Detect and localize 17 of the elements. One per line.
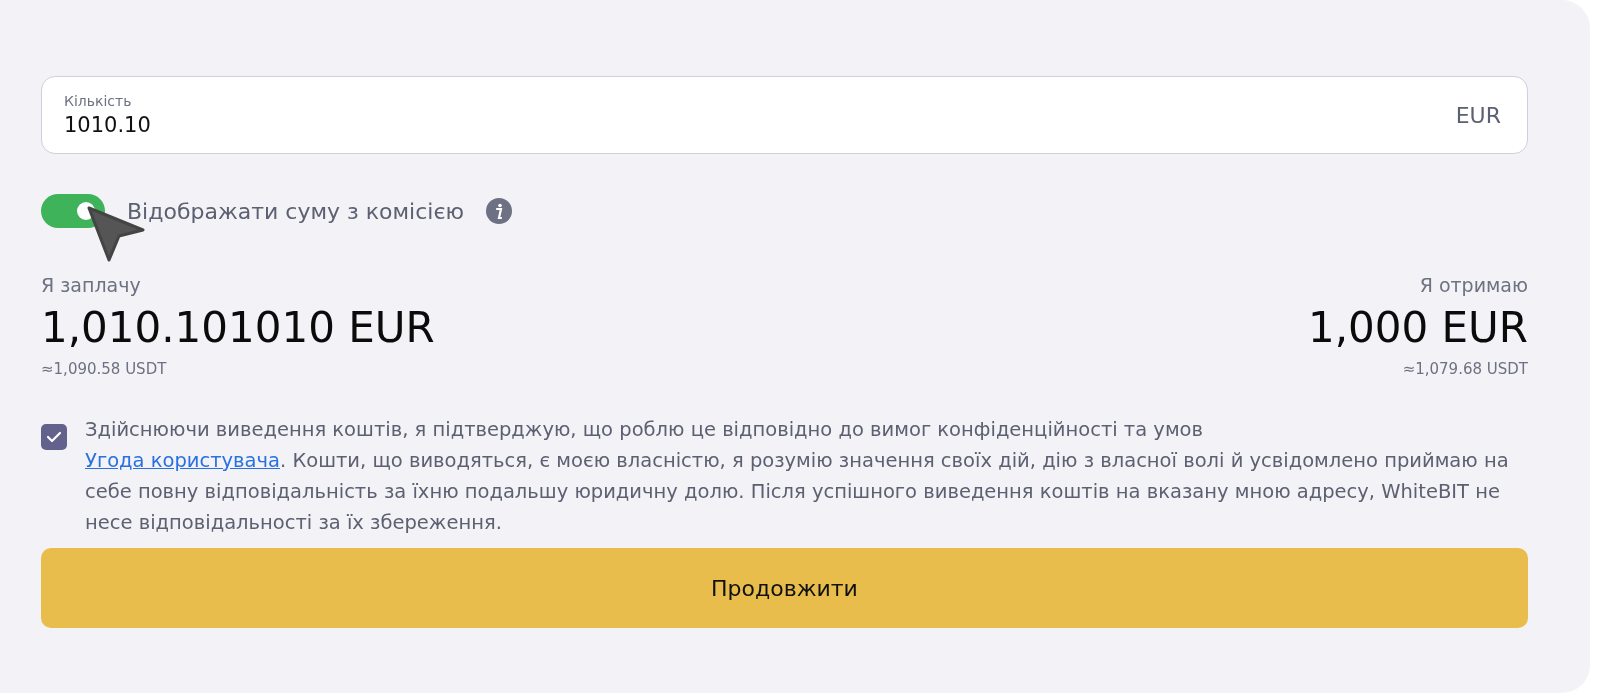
currency-label: EUR	[1455, 102, 1501, 128]
agreement-text: Здійснюючи виведення коштів, я підтверджую, що роблю це відповідно до вимог конфіденційності та умов Угода користувача. Кошти, що виводяться, є моєю власністю, я розумію значення своїх дій, дію з власної волі й усвідомлено приймаю на себе повну відповідальність за їхню подальшу юридичну долю. Після успішного виведення коштів на вказану мною адресу, WhiteBIT не несе відповідальності за їх збереження.	[85, 417, 1510, 536]
toggle-label: Відображати суму з комісією	[127, 198, 464, 224]
info-icon[interactable]	[486, 198, 512, 224]
amount-input[interactable]: 1010.10	[64, 113, 364, 137]
user-agreement-link[interactable]: Угода користувача	[85, 449, 280, 472]
receive-approx: ≈1,079.68 USDT	[1402, 360, 1528, 378]
receive-amount: 1,000 EUR	[1307, 302, 1528, 354]
pay-approx: ≈1,090.58 USDT	[41, 360, 167, 378]
field-label: Кількість	[64, 93, 133, 109]
pay-amount: 1,010.101010 EUR	[41, 302, 435, 354]
pay-label: Я заплачу	[41, 274, 141, 296]
check-icon	[46, 431, 62, 443]
agreement-checkbox[interactable]	[41, 424, 67, 450]
continue-button[interactable]: Продовжити	[41, 548, 1528, 628]
amount-field[interactable]: Кількість 1010.10 EUR	[41, 76, 1528, 154]
receive-label: Я отримаю	[1419, 274, 1528, 296]
